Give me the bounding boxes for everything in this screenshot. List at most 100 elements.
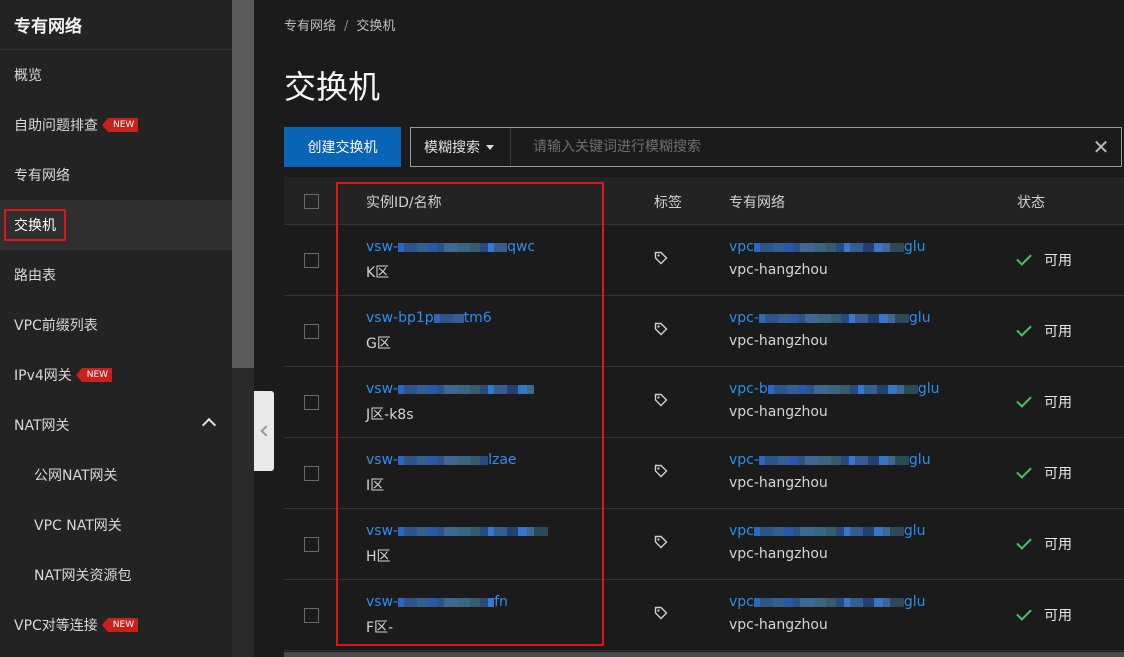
obscured-block — [458, 597, 471, 607]
obscured-block — [428, 384, 438, 394]
obscured-block — [799, 597, 814, 607]
obscured-block — [830, 313, 841, 323]
status-text: 可用 — [1044, 324, 1072, 340]
obscured-block — [878, 455, 888, 465]
sidebar-collapse-button[interactable] — [254, 391, 274, 471]
sidebar-item-9[interactable]: VPC NAT网关 — [0, 500, 232, 550]
tag-cell[interactable] — [654, 322, 668, 336]
row-checkbox[interactable] — [304, 253, 319, 268]
id-name-cell: vsw- H区 — [366, 523, 549, 566]
vpc-id-link[interactable]: vpc glu — [729, 594, 926, 610]
row-checkbox[interactable] — [304, 466, 319, 481]
status-cell: 可用 — [1016, 321, 1072, 341]
obscured-block — [878, 313, 888, 323]
sidebar-scrollbar-thumb[interactable] — [232, 0, 254, 368]
check-icon — [1016, 321, 1032, 337]
breadcrumb-parent[interactable]: 专有网络 — [284, 19, 336, 34]
row-checkbox[interactable] — [304, 608, 319, 623]
obscured-block — [862, 526, 874, 536]
chevron-up-icon[interactable] — [201, 417, 217, 433]
vswitch-id-link[interactable]: vsw- — [366, 381, 535, 397]
sidebar-item-6[interactable]: IPv4网关 NEW — [0, 350, 232, 400]
sidebar-item-5[interactable]: VPC前缀列表 — [0, 300, 232, 350]
obscured-block — [825, 242, 836, 252]
vpc-id-link[interactable]: vpc glu — [729, 239, 926, 255]
vswitch-name-suffix: k8s — [389, 407, 414, 423]
obscured-block — [417, 384, 429, 394]
tag-cell[interactable] — [654, 393, 668, 407]
obscured-block — [825, 597, 836, 607]
vpc-id-suffix: glu — [903, 523, 926, 539]
obscured-block — [862, 597, 874, 607]
row-checkbox[interactable] — [304, 324, 319, 339]
sidebar-item-label: 路由表 — [14, 268, 56, 284]
obscured-block — [887, 455, 895, 465]
create-vswitch-button[interactable]: 创建交换机 — [284, 127, 401, 167]
obscured-block — [783, 242, 793, 252]
sidebar-item-1[interactable]: 自助问题排查 NEW — [0, 100, 232, 150]
sidebar-nav: 概览 自助问题排查 NEW 专有网络 交换机 路由表 VPC前缀列表 IPv4网关 NEW NAT… — [0, 50, 232, 650]
vpc-id-link[interactable]: vpc-glu — [729, 452, 931, 468]
vswitch-id-link[interactable]: vsw- — [366, 523, 549, 539]
horizontal-scrollbar[interactable] — [284, 652, 1124, 657]
vswitch-table: 实例ID/名称 标签 专有网络 状态 vsw-qwc K区 vpc glu vpc-ha… — [284, 177, 1124, 651]
obscured-block — [417, 455, 429, 465]
sidebar-item-label: NAT网关资源包 — [34, 568, 132, 584]
obscured-block — [783, 526, 793, 536]
obscured-block — [849, 597, 863, 607]
obscured-block — [797, 384, 807, 394]
row-checkbox[interactable] — [304, 537, 319, 552]
vswitch-name: F区- — [366, 617, 508, 637]
sidebar-item-4[interactable]: 路由表 — [0, 250, 232, 300]
obscured-block — [428, 597, 438, 607]
select-all-checkbox[interactable] — [304, 194, 319, 209]
sidebar-item-3[interactable]: 交换机 — [0, 200, 232, 250]
tag-cell[interactable] — [654, 464, 668, 478]
table-row: vsw-bp1p tm6 G区 vpc-glu vpc-hangzhou 可用 — [284, 296, 1124, 367]
close-icon[interactable]: ✕ — [1081, 128, 1121, 166]
vswitch-name: K区 — [366, 262, 535, 282]
obscured-block — [896, 384, 904, 394]
table-body: vsw-qwc K区 vpc glu vpc-hangzhou 可用 vsw-bp1p tm6… — [284, 225, 1124, 651]
status-cell: 可用 — [1016, 250, 1072, 270]
tag-icon — [654, 535, 668, 549]
search-type-dropdown[interactable]: 模糊搜索 — [411, 128, 511, 166]
new-badge: NEW — [75, 368, 113, 382]
vswitch-id-link[interactable]: vsw-fn — [366, 594, 508, 610]
obscured-block — [494, 384, 508, 394]
obscured-block — [458, 455, 471, 465]
obscured-block — [873, 526, 883, 536]
table-row: vsw-lzae I区 vpc-glu vpc-hangzhou 可用 — [284, 438, 1124, 509]
vpc-name: vpc-hangzhou — [729, 262, 828, 278]
obscured-block — [867, 455, 879, 465]
tag-cell[interactable] — [654, 251, 668, 265]
sidebar-item-10[interactable]: NAT网关资源包 — [0, 550, 232, 600]
vswitch-name-prefix: I区 — [366, 478, 385, 494]
breadcrumb-separator: / — [344, 19, 349, 34]
sidebar-item-2[interactable]: 专有网络 — [0, 150, 232, 200]
table-header: 实例ID/名称 标签 专有网络 状态 — [284, 177, 1124, 225]
vpc-id-link[interactable]: vpc-b glu — [729, 381, 939, 397]
obscured-block — [470, 384, 481, 394]
obscured-block — [882, 242, 890, 252]
vpc-cell: vpc-b glu vpc-hangzhou — [729, 381, 939, 420]
search-input[interactable] — [511, 128, 1081, 166]
vpc-id-link[interactable]: vpc glu — [729, 523, 926, 539]
vswitch-id-link[interactable]: vsw-qwc — [366, 239, 535, 255]
sidebar-item-0[interactable]: 概览 — [0, 50, 232, 100]
tag-cell[interactable] — [654, 535, 668, 549]
obscured-block — [887, 384, 897, 394]
obscured-text — [398, 523, 549, 539]
table-row: vsw-qwc K区 vpc glu vpc-hangzhou 可用 — [284, 225, 1124, 296]
vswitch-id-prefix: vsw- — [366, 594, 399, 610]
vswitch-id-link[interactable]: vsw-bp1p tm6 — [366, 310, 492, 326]
table-row: vsw- J区-k8s vpc-b glu vpc-hangzhou 可用 — [284, 367, 1124, 438]
vswitch-id-link[interactable]: vsw-lzae — [366, 452, 517, 468]
row-checkbox[interactable] — [304, 395, 319, 410]
obscured-block — [788, 313, 798, 323]
sidebar-item-8[interactable]: 公网NAT网关 — [0, 450, 232, 500]
tag-cell[interactable] — [654, 606, 668, 620]
sidebar-item-11[interactable]: VPC对等连接 NEW — [0, 600, 232, 650]
vpc-id-link[interactable]: vpc-glu — [729, 310, 931, 326]
sidebar-item-7[interactable]: NAT网关 — [0, 400, 232, 450]
